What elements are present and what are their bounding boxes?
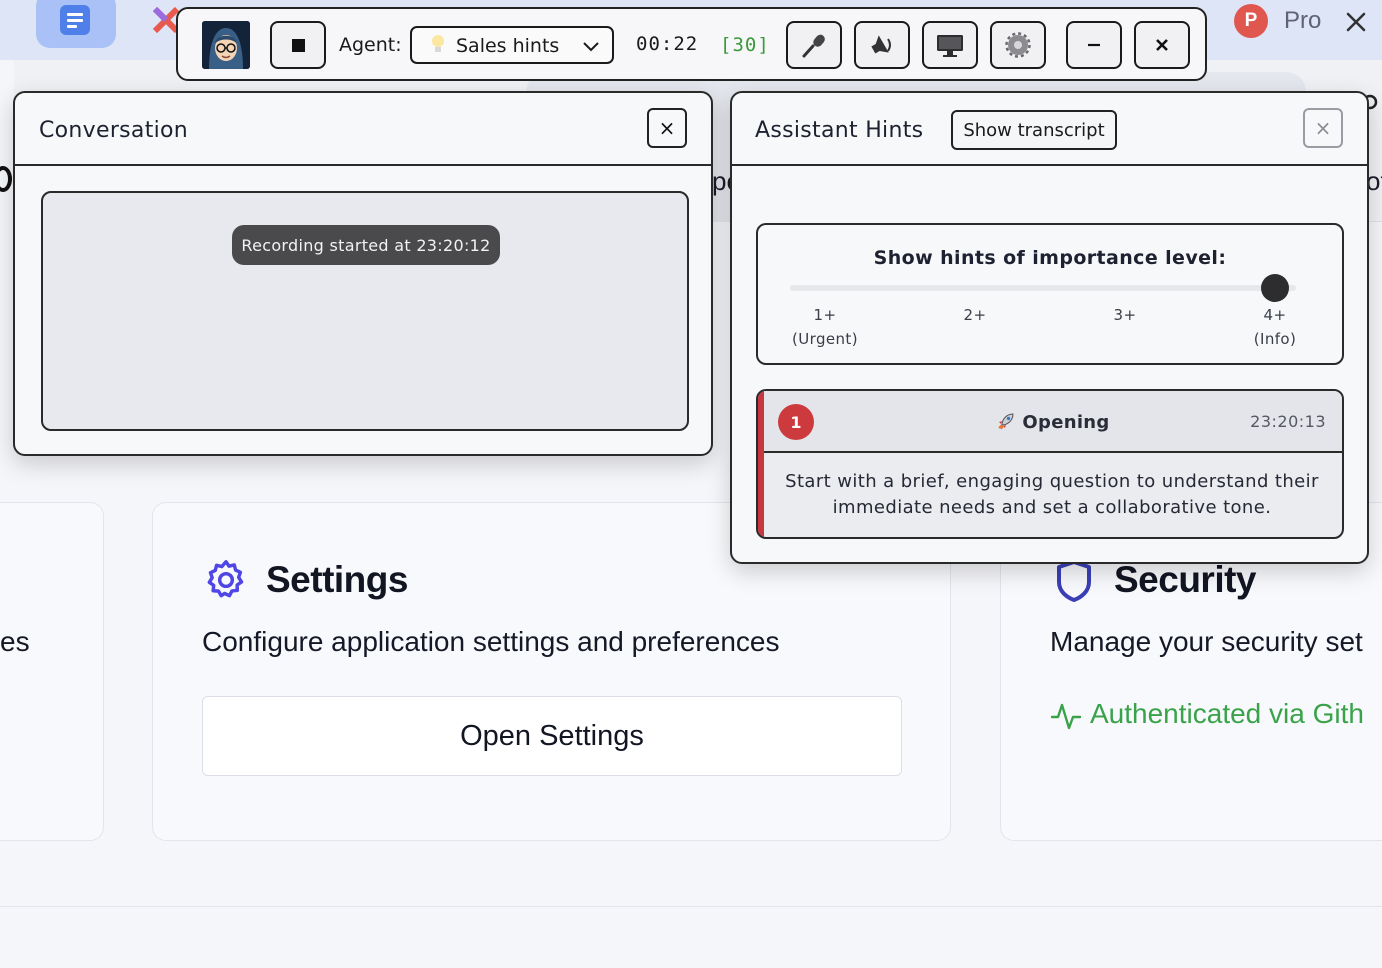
hints-title: Assistant Hints [755,118,924,143]
importance-slider-track[interactable] [790,285,1296,291]
assistant-toolbar: Agent: Sales hints 00:22 [30] [176,7,1207,81]
security-description: Manage your security set [1050,626,1363,657]
importance-filter: Show hints of importance level: 1+ (Urge… [756,223,1344,365]
divider [0,906,1382,907]
auth-status: Authenticated via Gith [1090,698,1364,729]
stop-icon [291,38,305,52]
speaker-button[interactable] [854,21,910,69]
conversation-panel: Conversation × Recording started at 23:2… [13,91,713,456]
document-icon [60,5,90,35]
agent-avatar [202,21,250,69]
session-timer: 00:22 [636,33,699,55]
recording-status: Recording started at 23:20:12 [232,225,500,265]
importance-tick: 1+ (Urgent) [792,306,858,348]
app-logo[interactable] [36,0,116,48]
microphone-button[interactable] [786,21,842,69]
speaker-icon [871,35,891,54]
conversation-title: Conversation [39,118,189,143]
assistant-hints-panel: Assistant Hints Show transcript × Show h… [730,91,1369,564]
monitor-icon [937,35,963,57]
avatar-icon [202,21,250,69]
hint-time: 23:20:13 [1250,412,1326,431]
rocket-icon [998,413,1014,430]
importance-slider-thumb[interactable] [1261,274,1289,302]
open-settings-button[interactable]: Open Settings [202,696,902,776]
shield-icon [1057,560,1091,602]
gear-icon [1005,32,1031,58]
agent-label: Agent: [339,34,402,56]
conversation-log: Recording started at 23:20:12 [41,191,689,431]
hint-text: Start with a brief, engaging question to… [785,471,1319,518]
settings-description: Configure application settings and prefe… [202,626,780,657]
github-icon [0,166,12,192]
microphone-icon [802,34,825,58]
activity-icon [1050,703,1082,730]
conversation-header: Conversation × [15,93,711,166]
close-button[interactable] [1134,21,1190,69]
lightbulb-icon [432,35,444,52]
chevron-down-icon [583,42,599,52]
close-icon [1156,39,1168,51]
minimize-button[interactable] [1066,21,1122,69]
screen-share-button[interactable] [922,21,978,69]
stop-button[interactable] [270,21,326,69]
hints-close-button[interactable]: × [1303,108,1343,148]
importance-tick: 4+ (Info) [1253,306,1297,348]
card-partial-left [0,502,104,841]
hints-header: Assistant Hints Show transcript × [732,93,1367,166]
profile-avatar[interactable]: P [1234,4,1268,38]
importance-title: Show hints of importance level: [873,247,1227,269]
importance-tick: 3+ [1113,306,1137,324]
show-transcript-button[interactable]: Show transcript [951,110,1117,150]
browser-close-icon[interactable] [1342,8,1370,36]
agent-select-value: Sales hints [456,35,560,57]
card-description-fragment: es [0,626,30,657]
hint-header: 1 Opening 23:20:13 [764,391,1342,453]
hint-card: 1 Opening 23:20:13 Start with a brief, e… [756,389,1344,539]
conversation-close-button[interactable]: × [647,108,687,148]
gear-icon [207,560,244,598]
settings-button[interactable] [990,21,1046,69]
importance-tick: 2+ [963,306,987,324]
message-count: [30] [720,34,770,56]
agent-select[interactable]: Sales hints [410,26,614,64]
profile-name[interactable]: Pro [1284,7,1321,35]
minimize-icon [1088,43,1100,47]
security-title: Security [1114,559,1257,600]
settings-title: Settings [266,559,408,600]
